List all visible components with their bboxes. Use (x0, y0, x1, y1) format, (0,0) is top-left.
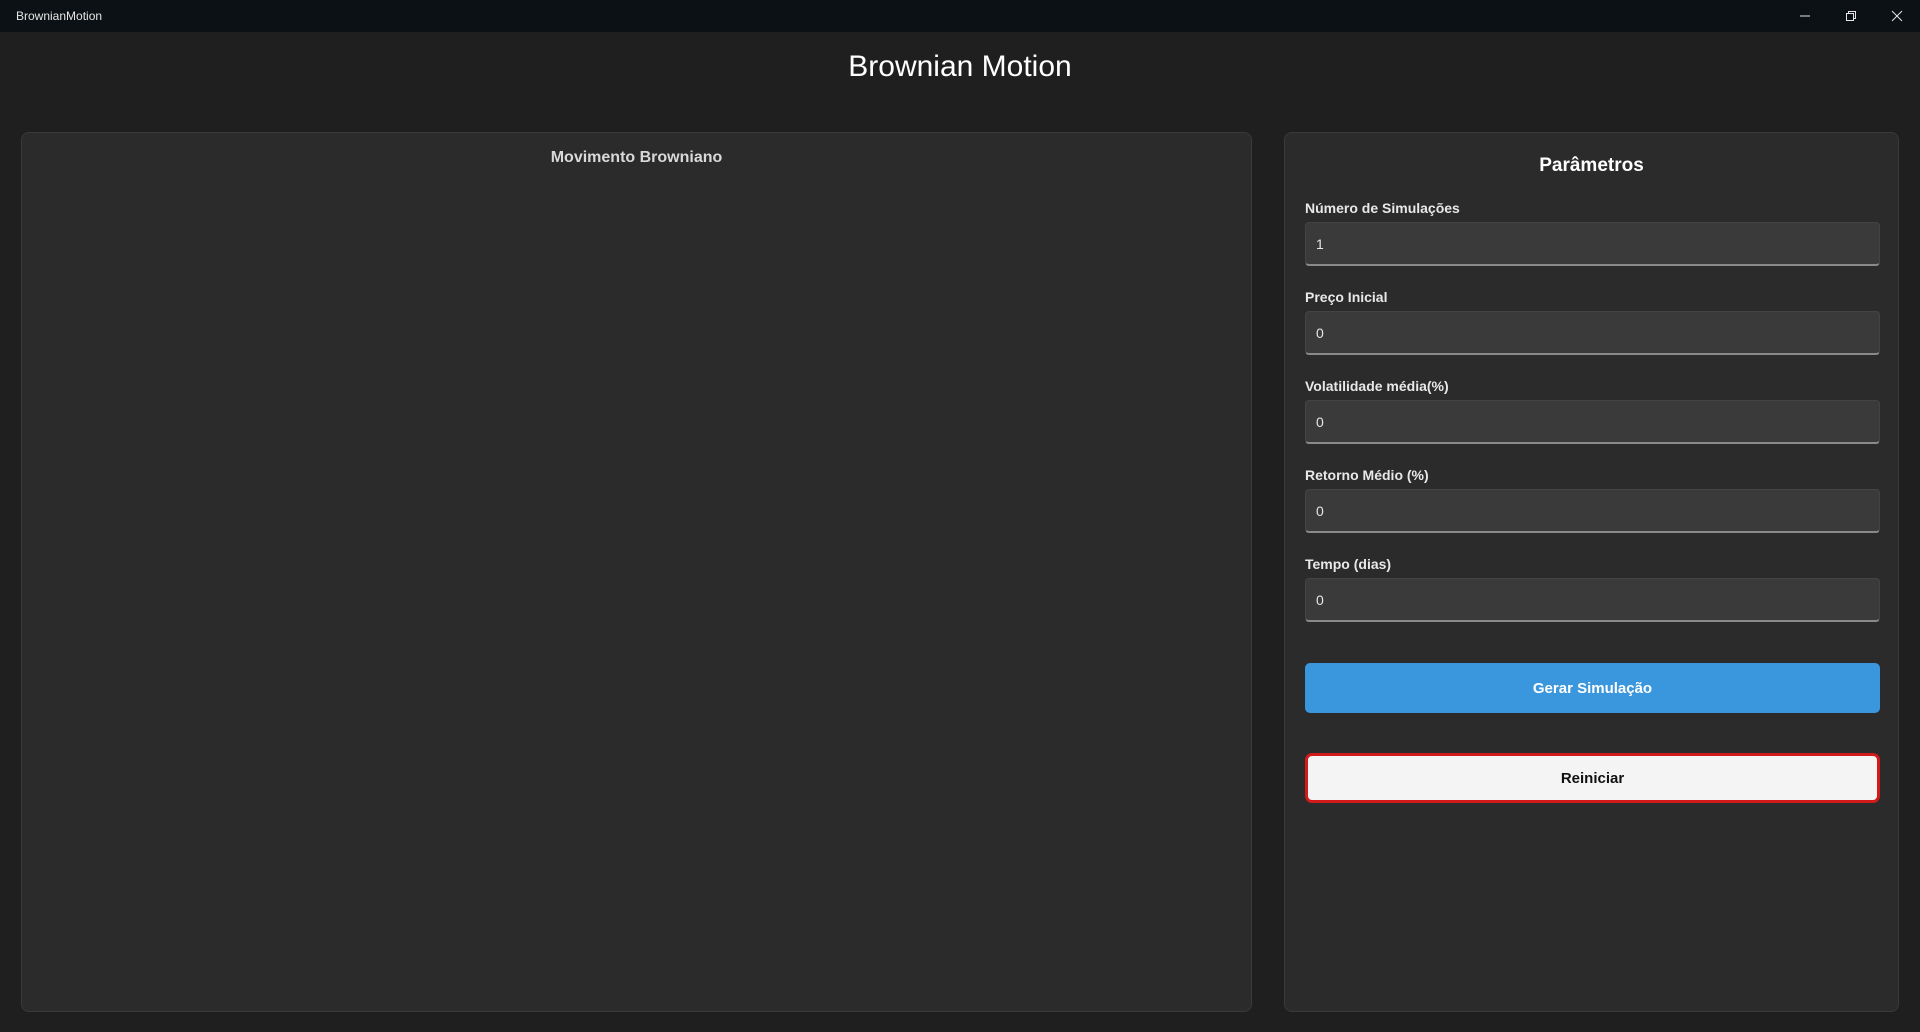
window-titlebar: BrownianMotion (0, 0, 1920, 32)
parameters-panel: Parâmetros Número de Simulações 1 Preço … (1284, 132, 1899, 1012)
window-controls (1782, 0, 1920, 32)
window-title: BrownianMotion (16, 9, 103, 23)
time-days-label: Tempo (dias) (1305, 556, 1392, 572)
reset-button[interactable]: Reiniciar (1305, 753, 1880, 803)
volatility-input[interactable]: 0 (1305, 400, 1880, 444)
minimize-icon[interactable] (1782, 0, 1828, 32)
initial-price-label: Preço Inicial (1305, 289, 1388, 305)
page-title: Brownian Motion (848, 50, 1072, 83)
simulations-count-field: Número de Simulações 1 (1305, 198, 1880, 266)
initial-price-field: Preço Inicial 0 (1305, 287, 1880, 355)
average-return-field: Retorno Médio (%) 0 (1305, 465, 1880, 533)
restore-icon[interactable] (1828, 0, 1874, 32)
volatility-label: Volatilidade média(%) (1305, 378, 1449, 394)
simulations-count-input[interactable]: 1 (1305, 222, 1880, 266)
chart-panel-title: Movimento Browniano (550, 149, 723, 166)
simulations-count-label: Número de Simulações (1305, 200, 1460, 216)
parameters-panel-title: Parâmetros (1539, 155, 1644, 176)
generate-simulation-button[interactable]: Gerar Simulação (1305, 663, 1880, 713)
initial-price-input[interactable]: 0 (1305, 311, 1880, 355)
average-return-label: Retorno Médio (%) (1305, 467, 1429, 483)
close-icon[interactable] (1874, 0, 1920, 32)
average-return-input[interactable]: 0 (1305, 489, 1880, 533)
time-days-field: Tempo (dias) 0 (1305, 554, 1880, 622)
time-days-input[interactable]: 0 (1305, 578, 1880, 622)
chart-panel: Movimento Browniano (21, 132, 1252, 1012)
volatility-field: Volatilidade média(%) 0 (1305, 376, 1880, 444)
